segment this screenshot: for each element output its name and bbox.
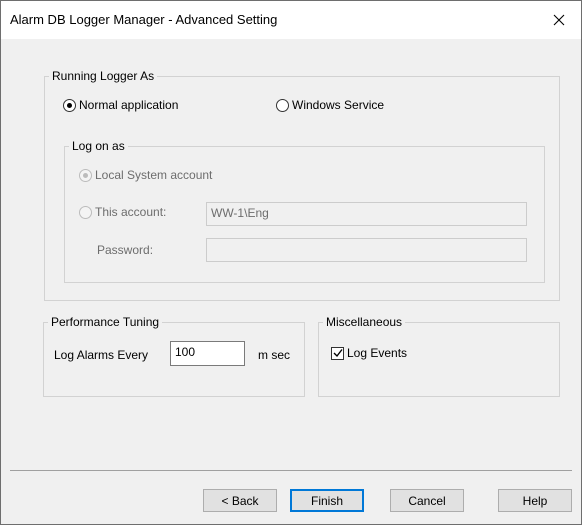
password-label: Password: bbox=[97, 243, 154, 257]
log-events-checkbox[interactable]: Log Events bbox=[331, 346, 407, 360]
log-interval-input[interactable]: 100 bbox=[170, 341, 245, 366]
running-logger-legend: Running Logger As bbox=[52, 69, 155, 83]
performance-tuning-legend: Performance Tuning bbox=[51, 315, 160, 329]
interval-unit-label: m sec bbox=[258, 348, 291, 362]
dialog-window: Alarm DB Logger Manager - Advanced Setti… bbox=[0, 0, 582, 525]
log-on-as-legend: Log on as bbox=[72, 139, 125, 153]
cancel-button[interactable]: Cancel bbox=[390, 489, 464, 512]
local-system-account-label: Local System account bbox=[95, 168, 213, 182]
radio-indicator bbox=[79, 205, 92, 219]
checkbox-indicator bbox=[331, 346, 344, 360]
finish-button[interactable]: Finish bbox=[290, 489, 364, 512]
windows-service-label: Windows Service bbox=[292, 98, 385, 112]
log-alarms-every-label: Log Alarms Every bbox=[54, 348, 149, 362]
radio-indicator bbox=[276, 98, 289, 112]
normal-application-radio[interactable]: Normal application bbox=[63, 98, 178, 112]
windows-service-radio[interactable]: Windows Service bbox=[276, 98, 384, 112]
radio-indicator bbox=[63, 98, 76, 112]
log-events-label: Log Events bbox=[347, 346, 408, 360]
this-account-label: This account: bbox=[95, 205, 167, 219]
password-input[interactable] bbox=[206, 238, 527, 262]
normal-application-label: Normal application bbox=[79, 98, 179, 112]
local-system-account-radio[interactable]: Local System account bbox=[79, 168, 212, 182]
help-button[interactable]: Help bbox=[498, 489, 572, 512]
window-title: Alarm DB Logger Manager - Advanced Setti… bbox=[10, 12, 278, 27]
miscellaneous-legend: Miscellaneous bbox=[326, 315, 403, 329]
title-bar: Alarm DB Logger Manager - Advanced Setti… bbox=[1, 1, 581, 39]
close-button[interactable] bbox=[537, 1, 581, 39]
close-icon bbox=[553, 14, 565, 26]
account-input[interactable]: WW-1\Eng bbox=[206, 202, 527, 226]
radio-indicator bbox=[79, 168, 92, 182]
back-button[interactable]: < Back bbox=[203, 489, 277, 512]
checkmark-icon bbox=[333, 349, 343, 358]
this-account-radio[interactable]: This account: bbox=[79, 205, 166, 219]
button-separator bbox=[10, 470, 572, 471]
